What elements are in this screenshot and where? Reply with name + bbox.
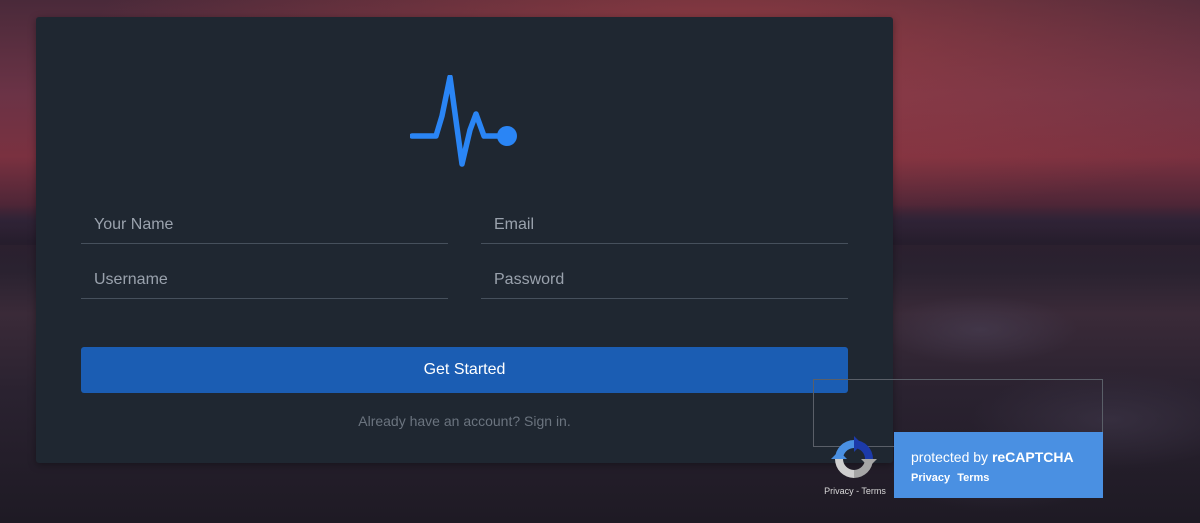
recaptcha-terms-link[interactable]: Terms: [957, 472, 989, 484]
username-input[interactable]: [81, 262, 448, 298]
heartbeat-pulse-icon: [410, 75, 517, 167]
recaptcha-title-prefix: protected by: [911, 449, 992, 465]
recaptcha-privacy-link[interactable]: Privacy: [911, 472, 950, 484]
recaptcha-title-brand: reCAPTCHA: [991, 449, 1074, 465]
recaptcha-privacy-terms[interactable]: Privacy - Terms: [816, 486, 894, 496]
name-field: [81, 207, 448, 244]
recaptcha-title: protected by reCAPTCHA: [911, 449, 1074, 465]
recaptcha-icon: [831, 436, 877, 478]
email-input[interactable]: [481, 207, 848, 243]
signin-link[interactable]: Already have an account? Sign in.: [36, 413, 893, 429]
get-started-button[interactable]: Get Started: [81, 347, 848, 393]
name-input[interactable]: [81, 207, 448, 243]
signup-card: Get Started Already have an account? Sig…: [36, 17, 893, 463]
recaptcha-logo: Privacy - Terms: [816, 432, 894, 498]
email-field: [481, 207, 848, 244]
password-input[interactable]: [481, 262, 848, 298]
recaptcha-links: Privacy Terms: [911, 472, 993, 484]
password-field: [481, 262, 848, 299]
recaptcha-badge: protected by reCAPTCHA Privacy Terms: [894, 432, 1103, 498]
username-field: [81, 262, 448, 299]
